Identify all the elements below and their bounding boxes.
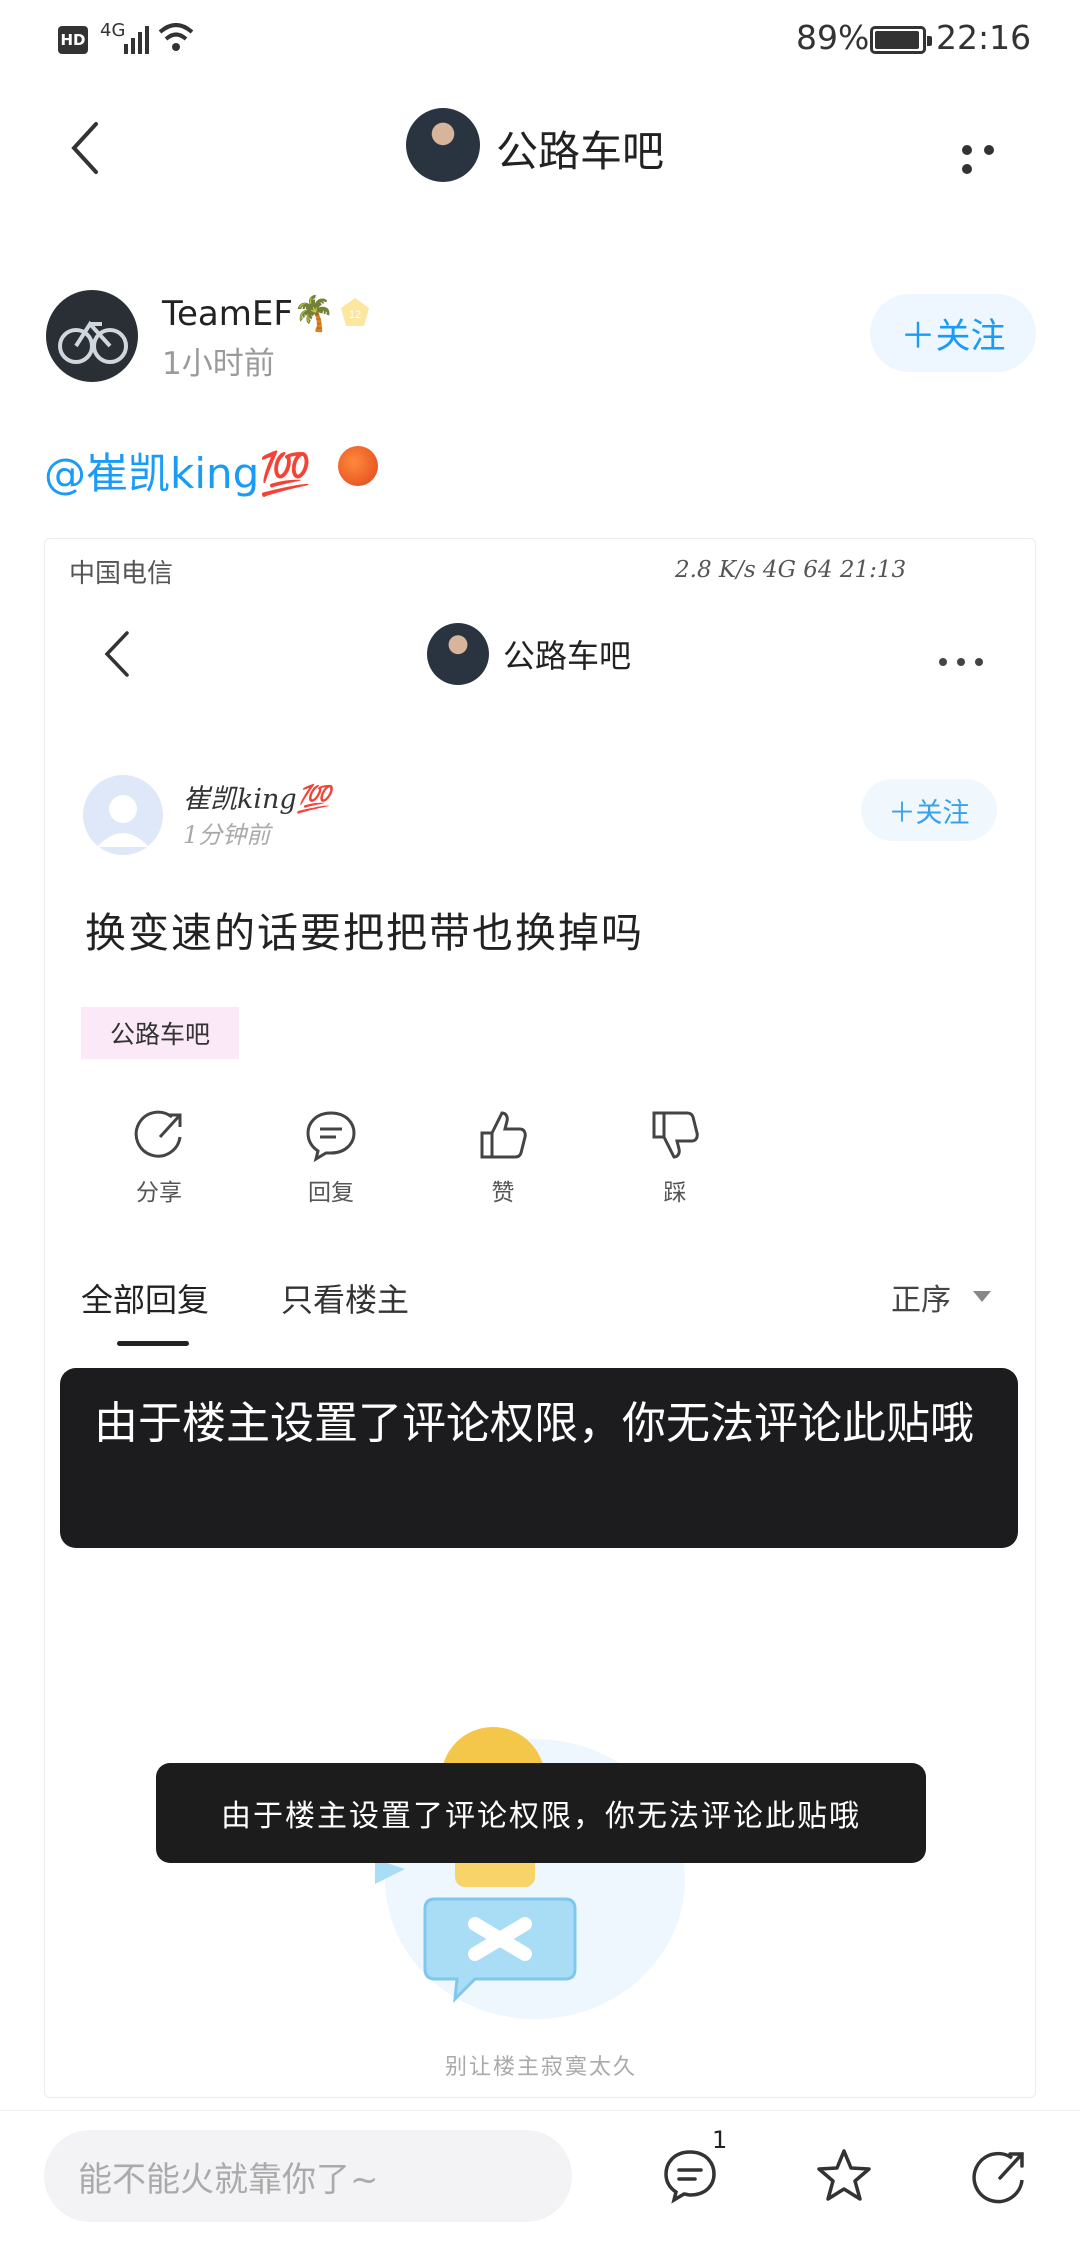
clock: 22:16 — [936, 18, 1032, 57]
level-badge-icon: 12 — [341, 298, 369, 326]
comment-icon[interactable] — [660, 2146, 720, 2206]
permission-toast: 由于楼主设置了评论权限，你无法评论此贴哦 — [60, 1368, 1018, 1548]
shot-dislike-label: 踩 — [663, 1180, 687, 1206]
more-dots-icon[interactable] — [962, 140, 1024, 174]
shot-reply-action: 回复 — [271, 1107, 391, 1207]
shot-user-name: 崔凯king💯 — [183, 784, 331, 815]
shot-share-label: 分享 — [136, 1180, 182, 1206]
battery-icon — [870, 26, 932, 54]
shot-toast: 由于楼主设置了评论权限，你无法评论此贴哦 — [156, 1763, 926, 1863]
share-icon[interactable] — [968, 2146, 1028, 2206]
level-number: 12 — [349, 309, 361, 321]
back-chevron-icon[interactable] — [66, 118, 106, 178]
thumbs-up-icon — [480, 1111, 527, 1159]
shot-tab-indicator — [117, 1341, 189, 1346]
signal-icon — [124, 26, 149, 54]
forum-avatar[interactable] — [406, 108, 480, 182]
author-avatar[interactable] — [46, 290, 138, 382]
shot-status: 2.8 K/s 4G 64 21:13 — [675, 557, 907, 583]
shot-post-text: 换变速的话要把把带也换掉吗 — [85, 909, 644, 957]
shot-more-icon — [939, 651, 999, 666]
shot-forum-avatar — [427, 623, 489, 685]
comment-icon — [306, 1111, 356, 1163]
caret-down-icon — [973, 1291, 991, 1302]
shot-follow-button: ＋关注 — [861, 779, 997, 841]
star-icon[interactable] — [814, 2146, 874, 2206]
shot-like-action: 赞 — [443, 1107, 563, 1207]
shot-sort-label: 正序 — [891, 1283, 951, 1318]
shot-like-label: 赞 — [491, 1180, 515, 1206]
angry-face-icon — [338, 446, 378, 486]
post-time: 1小时前 — [162, 346, 275, 382]
share-icon — [134, 1110, 182, 1158]
shot-user-time: 1分钟前 — [183, 821, 271, 849]
comment-count: 1 — [712, 2126, 728, 2154]
shot-tab-op: 只看楼主 — [281, 1281, 410, 1319]
shot-forum-tag: 公路车吧 — [81, 1007, 239, 1059]
shot-empty-text: 别让楼主寂寞太久 — [444, 2055, 637, 2080]
battery-percent: 89% — [796, 18, 870, 57]
shot-forum-title: 公路车吧 — [503, 637, 632, 675]
comment-input[interactable]: 能不能火就靠你了~ — [44, 2130, 572, 2222]
wifi-icon — [158, 23, 194, 51]
post-image[interactable]: 中国电信 2.8 K/s 4G 64 21:13 公路车吧 崔凯king💯 1分… — [44, 538, 1036, 2098]
shot-share-action: 分享 — [99, 1107, 219, 1207]
mention-link[interactable]: @崔凯king💯 — [44, 440, 312, 501]
forum-title[interactable]: 公路车吧 — [496, 118, 664, 179]
empty-illustration — [375, 1727, 685, 2019]
thumbs-down-icon — [652, 1111, 699, 1159]
author-name[interactable]: TeamEF🌴 — [162, 294, 335, 334]
status-bar: HD 4G 89% 22:16 — [0, 0, 1080, 80]
hd-indicator: HD — [58, 26, 88, 54]
shot-dislike-action: 踩 — [615, 1107, 735, 1207]
shot-user-avatar — [83, 775, 163, 855]
shot-carrier: 中国电信 — [69, 559, 174, 589]
shot-reply-label: 回复 — [308, 1180, 354, 1206]
network-type: 4G — [100, 20, 126, 41]
shot-back-icon — [104, 631, 129, 677]
follow-button[interactable]: ＋关注 — [870, 294, 1036, 372]
bicycle-icon — [58, 320, 128, 364]
shot-tab-all: 全部回复 — [81, 1281, 210, 1319]
